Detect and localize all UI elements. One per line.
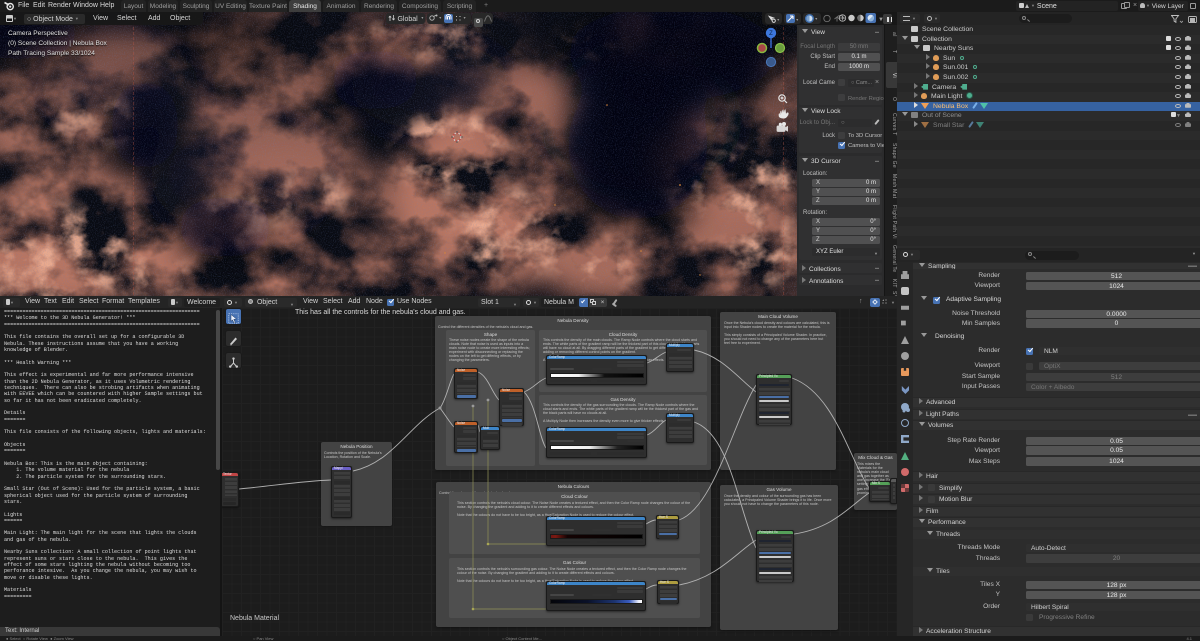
svg-text:Z: Z [769,31,773,37]
